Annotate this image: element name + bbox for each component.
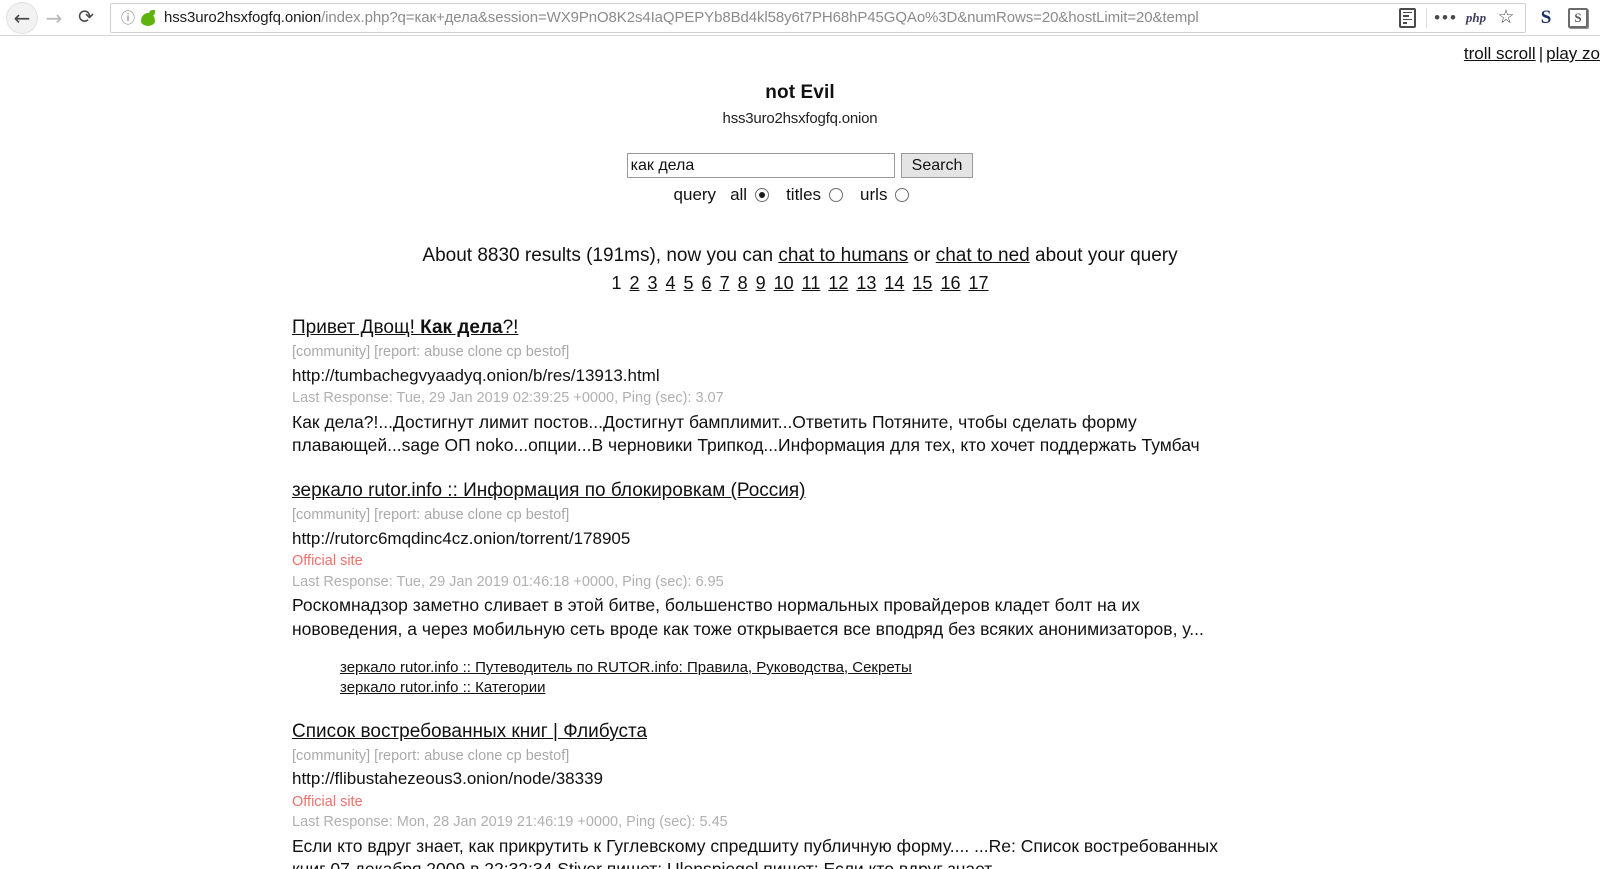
query-label: query	[673, 185, 717, 204]
result-sublinks: зеркало rutor.info :: Путеводитель по RU…	[292, 658, 1570, 698]
search-row: Search	[626, 153, 974, 178]
php-extension-icon[interactable]: php	[1461, 4, 1491, 32]
site-information-icon[interactable]: ⓘ	[119, 9, 137, 27]
search-input[interactable]	[626, 153, 895, 178]
result-url[interactable]: http://tumbachegvyaadyq.onion/b/res/1391…	[292, 365, 1570, 387]
search-area: Search query all titles urls	[0, 153, 1600, 205]
pagination-page[interactable]: 13	[856, 273, 876, 293]
result-tags[interactable]: [community] [report: abuse clone cp best…	[292, 343, 1570, 362]
pagination-page[interactable]: 6	[702, 273, 712, 293]
scope-radio-titles[interactable]	[829, 188, 844, 202]
result-tags[interactable]: [community] [report: abuse clone cp best…	[292, 747, 1570, 766]
search-result-item: зеркало rutor.info :: Информация по блок…	[292, 479, 1570, 698]
result-title-suffix: Список востребованных книг | Флибуста	[292, 720, 648, 742]
pagination-page[interactable]: 5	[684, 273, 694, 293]
results-summary-middle: or	[908, 245, 936, 266]
address-bar[interactable]: ⓘ hss3uro2hsxfogfq.onion/index.php?q=как…	[110, 2, 1526, 33]
corner-links-separator: |	[1538, 44, 1544, 63]
search-scope-options: query all titles urls	[0, 185, 1600, 205]
extension-s-box-icon[interactable]: S	[1562, 2, 1594, 34]
pagination-page[interactable]: 14	[884, 273, 904, 293]
pagination-page[interactable]: 10	[774, 273, 794, 293]
bookmark-star-icon[interactable]: ☆	[1491, 4, 1521, 32]
scope-option-all[interactable]: all	[730, 185, 770, 205]
play-zone-link[interactable]: play zo	[1546, 44, 1600, 63]
result-title-prefix: Привет Двощ!	[292, 317, 421, 338]
result-url[interactable]: http://rutorc6mqdinc4cz.onion/torrent/17…	[292, 528, 1570, 550]
result-snippet: Роскомнадзор заметно сливает в этой битв…	[292, 595, 1204, 639]
result-title-link[interactable]: Привет Двощ! Как дела?!	[292, 316, 518, 340]
result-snippet: Как дела?!...Достигнут лимит постов...До…	[292, 411, 1200, 455]
result-snippet: Если кто вдруг знает, как прикрутить к Г…	[292, 836, 1218, 869]
address-bar-path: /index.php?q=как+дела&session=WX9PnO8K2s…	[321, 9, 1199, 26]
result-last-response: Last Response: Tue, 29 Jan 2019 02:39:25…	[292, 389, 724, 406]
pagination-page[interactable]: 15	[912, 273, 932, 293]
pagination-page[interactable]: 3	[648, 273, 658, 293]
result-sublink[interactable]: зеркало rutor.info :: Путеводитель по RU…	[340, 658, 1570, 678]
result-title-link[interactable]: зеркало rutor.info :: Информация по блок…	[292, 479, 806, 503]
result-title-suffix: ?!	[502, 317, 519, 338]
pagination-current-page: 1	[611, 273, 622, 293]
toolbar-divider	[1426, 7, 1427, 28]
chat-to-ned-link[interactable]: chat to ned	[936, 245, 1030, 266]
results-summary: About 8830 results (191ms), now you can …	[0, 245, 1600, 267]
search-result-item: Список востребованных книг | Флибуста [c…	[292, 720, 1570, 869]
pagination-page[interactable]: 8	[738, 273, 748, 293]
results-summary-prefix: About 8830 results (191ms), now you can	[422, 245, 779, 266]
result-sublink[interactable]: зеркало rutor.info :: Категории	[340, 678, 1570, 698]
result-title-highlight: Как дела	[420, 317, 503, 338]
reader-view-icon[interactable]	[1392, 4, 1422, 32]
search-results-list: Привет Двощ! Как дела?! [community] [rep…	[0, 316, 1600, 869]
forward-button[interactable]: →	[38, 2, 70, 34]
reload-icon: ⟳	[78, 6, 94, 28]
scope-option-titles-label: titles	[786, 185, 822, 204]
result-url[interactable]: http://flibustahezeous3.onion/node/38339	[292, 768, 1570, 790]
result-tags[interactable]: [community] [report: abuse clone cp best…	[292, 506, 1570, 525]
reload-button[interactable]: ⟳	[70, 2, 102, 34]
pagination-page[interactable]: 4	[666, 273, 676, 293]
address-bar-actions: ••• php ☆	[1392, 4, 1521, 32]
scope-radio-all[interactable]	[755, 188, 770, 202]
onion-icon	[141, 9, 156, 26]
result-last-response: Last Response: Tue, 29 Jan 2019 01:46:18…	[292, 573, 724, 590]
back-arrow-icon: ←	[13, 5, 31, 30]
back-button[interactable]: ←	[6, 1, 38, 34]
forward-arrow-icon: →	[45, 5, 63, 30]
pagination-page[interactable]: 9	[756, 273, 766, 293]
site-title: not Evil	[765, 82, 835, 103]
pagination-page[interactable]: 7	[720, 273, 730, 293]
site-header: not Evil hss3uro2hsxfogfq.onion	[0, 36, 1600, 127]
page-actions-menu-icon[interactable]: •••	[1431, 4, 1461, 32]
pagination-page[interactable]: 2	[629, 273, 639, 293]
extension-s-blue-icon[interactable]: S	[1530, 2, 1562, 34]
result-last-response: Last Response: Mon, 28 Jan 2019 21:46:19…	[292, 814, 728, 831]
search-result-item: Привет Двощ! Как дела?! [community] [rep…	[292, 316, 1570, 457]
address-bar-host: hss3uro2hsxfogfq.onion	[164, 9, 322, 26]
pagination-page[interactable]: 11	[802, 273, 821, 293]
corner-links: troll scroll | play zo	[1464, 44, 1600, 64]
pagination-page[interactable]: 12	[828, 273, 848, 293]
results-summary-suffix: about your query	[1029, 245, 1178, 266]
chat-to-humans-link[interactable]: chat to humans	[778, 245, 908, 266]
scope-radio-urls[interactable]	[895, 188, 910, 202]
result-official-site-badge: Official site	[292, 793, 363, 810]
search-button[interactable]: Search	[900, 153, 974, 178]
scope-option-urls[interactable]: urls	[860, 185, 910, 205]
scope-option-titles[interactable]: titles	[786, 185, 844, 205]
pagination-page[interactable]: 16	[940, 273, 960, 293]
result-title-link[interactable]: Список востребованных книг | Флибуста	[292, 720, 647, 744]
scope-option-all-label: all	[730, 185, 748, 204]
troll-scroll-link[interactable]: troll scroll	[1464, 44, 1536, 63]
site-host: hss3uro2hsxfogfq.onion	[722, 110, 878, 127]
scope-option-urls-label: urls	[860, 185, 888, 204]
browser-toolbar: ← → ⟳ ⓘ hss3uro2hsxfogfq.onion/index.php…	[0, 0, 1600, 36]
result-official-site-badge: Official site	[292, 552, 363, 569]
result-title-suffix: зеркало rutor.info :: Информация по блок…	[292, 480, 806, 502]
pagination: 1 2 3 4 5 6 7 8 9 10 11 12 13 14 15 16 17	[0, 273, 1600, 294]
address-bar-url: hss3uro2hsxfogfq.onion/index.php?q=как+д…	[164, 9, 1392, 26]
page-content: troll scroll | play zo not Evil hss3uro2hs…	[0, 36, 1600, 869]
pagination-page[interactable]: 17	[968, 273, 988, 293]
